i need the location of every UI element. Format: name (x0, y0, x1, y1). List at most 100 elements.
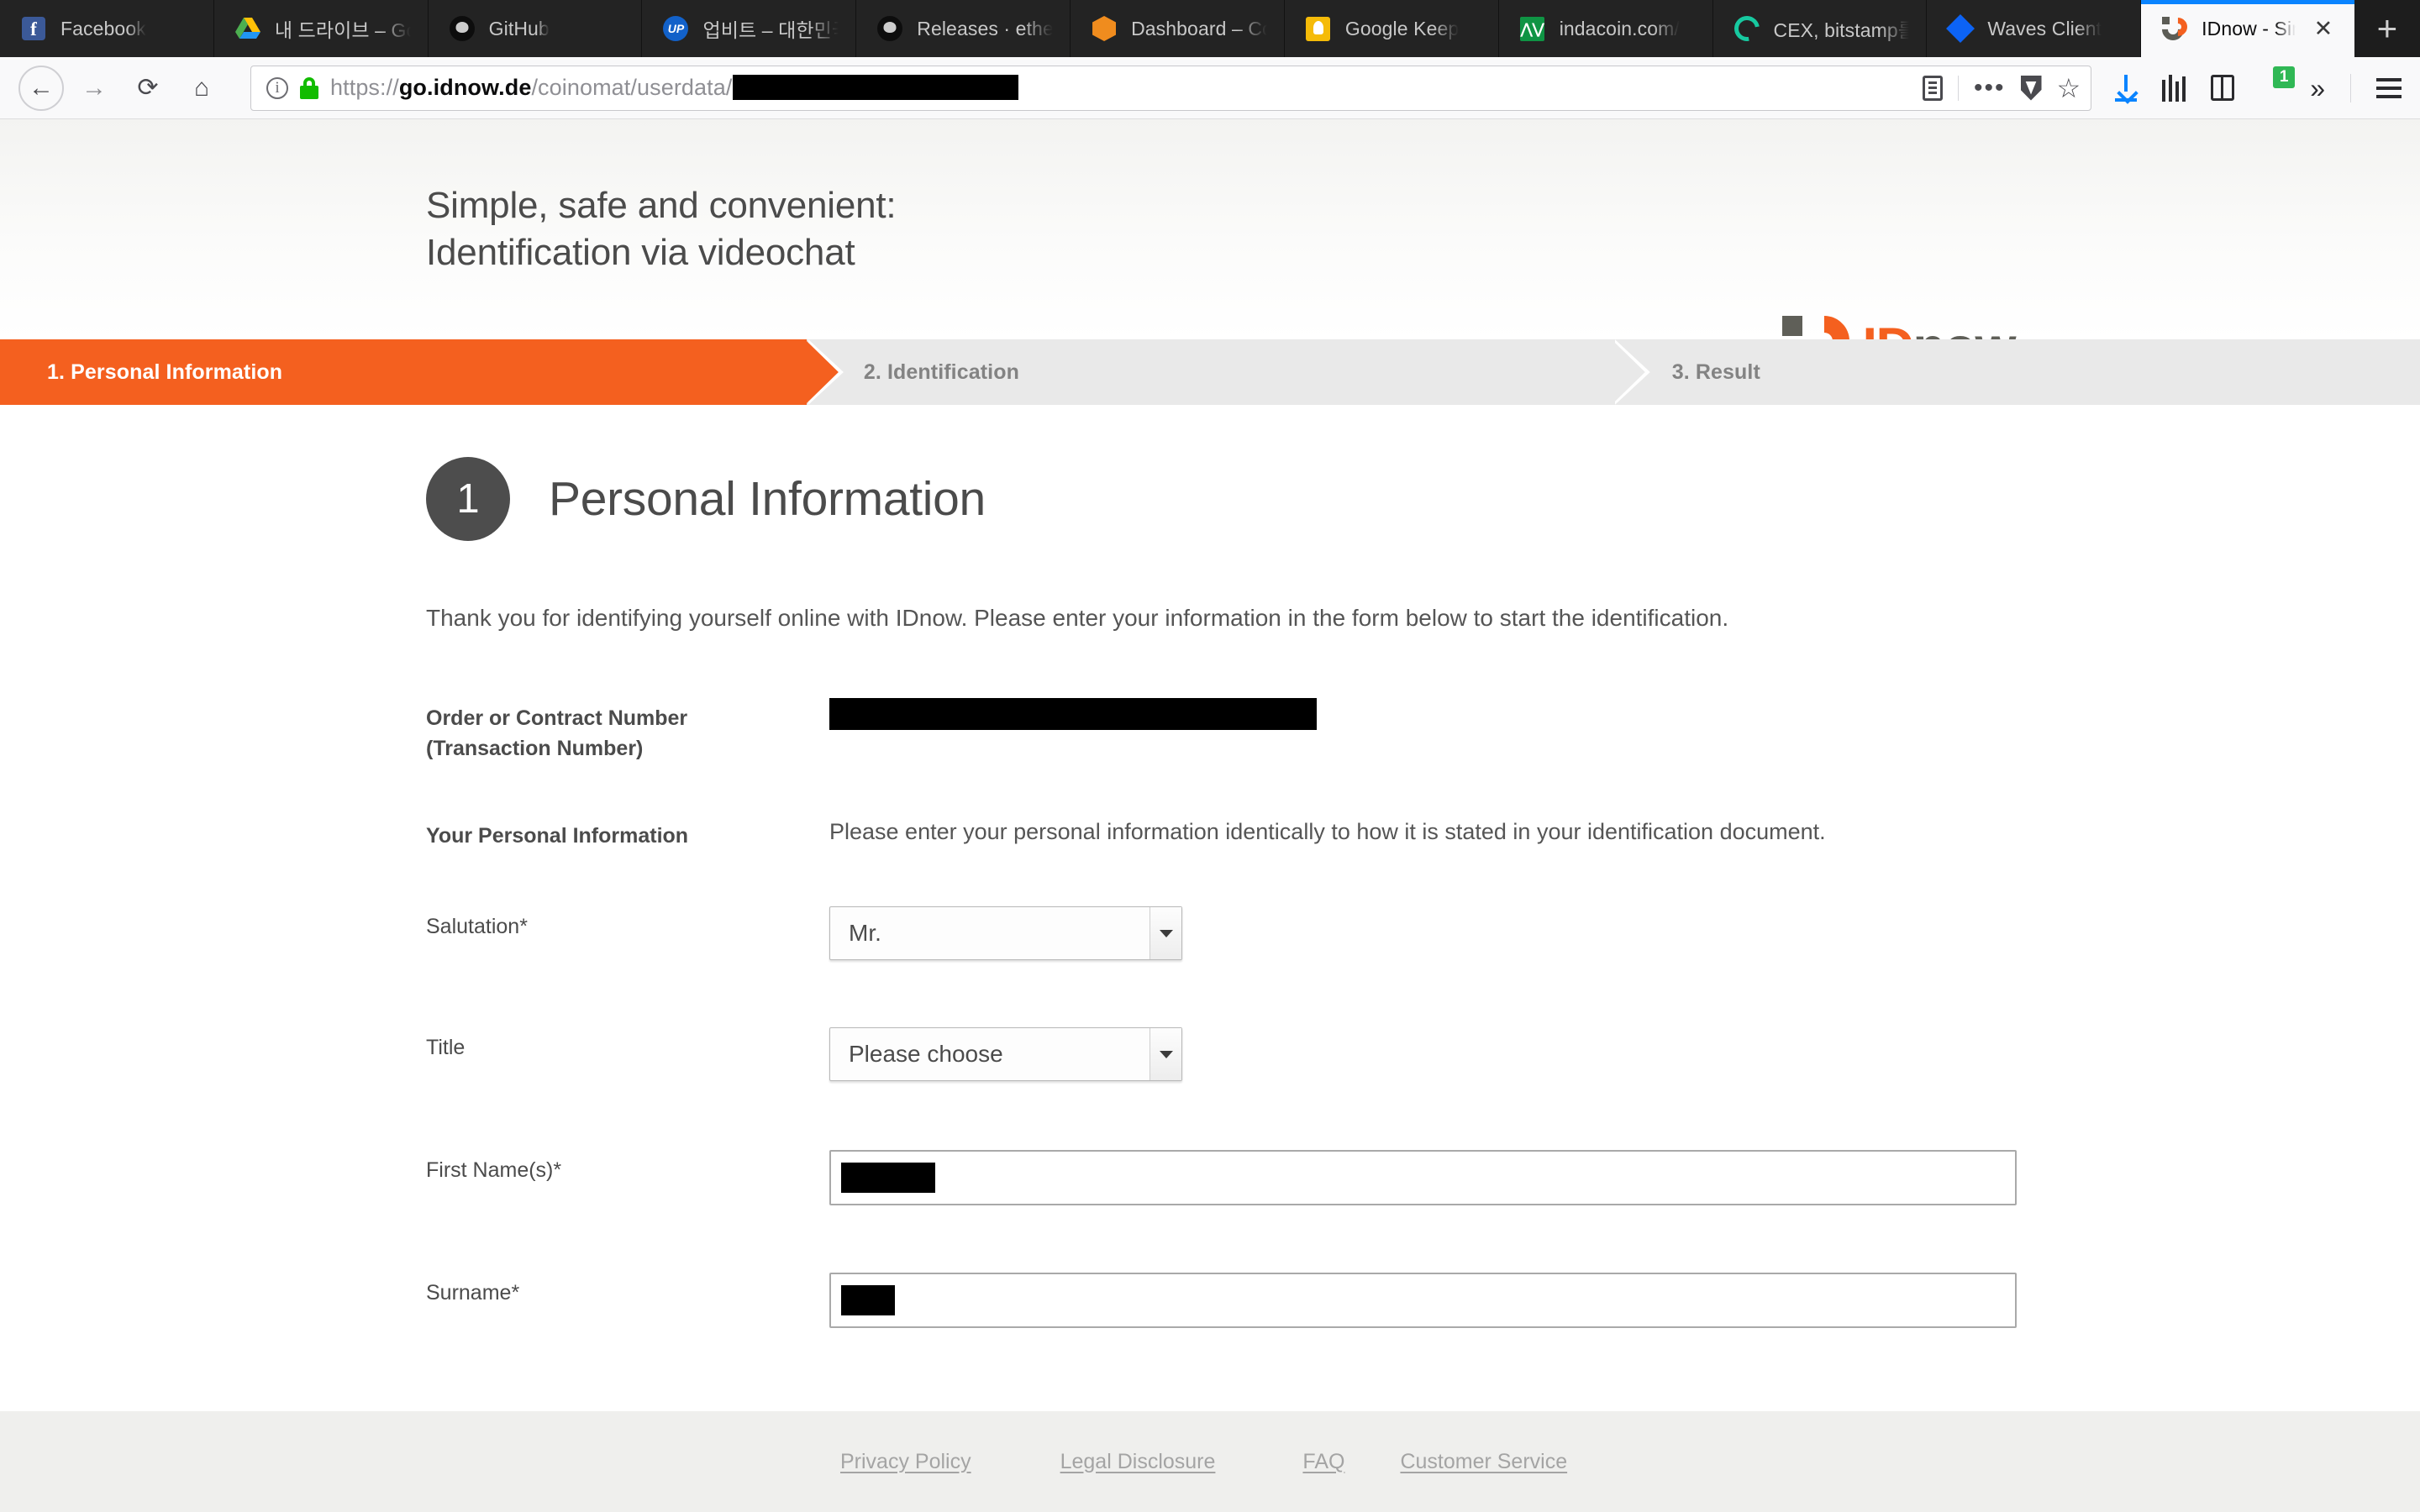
forward-icon[interactable]: → (71, 65, 118, 112)
browser-tab-idnow[interactable]: IDnow - Simp ✕ (2141, 0, 2354, 57)
pocket-icon[interactable] (2020, 75, 2042, 101)
library-icon[interactable] (2162, 74, 2186, 102)
page-main: 1 Personal Information Thank you for ide… (0, 405, 2420, 1329)
tab-title: Releases · ethere (917, 17, 1054, 39)
form-row-personal-section: Your Personal Information Please enter y… (426, 816, 2017, 859)
idnow-icon (2157, 13, 2191, 45)
reader-view-icon[interactable] (1923, 75, 1943, 101)
order-number-value (829, 697, 2017, 734)
tab-title: 내 드라이브 – Goo (274, 19, 411, 41)
divider (1958, 75, 1959, 101)
pocket-badge: 1 (2273, 66, 2296, 88)
salutation-label: Salutation* (426, 915, 528, 939)
close-tab-icon[interactable]: ✕ (2309, 14, 2338, 43)
waves-icon (1946, 14, 1975, 43)
upbit-icon: UP (662, 15, 689, 42)
tab-title: Dashboard – Coi (1131, 17, 1267, 39)
browser-tab-upbit[interactable]: UP 업비트 – 대한민국 초 (642, 0, 857, 57)
order-number-label-line1: Order or Contract Number (426, 706, 688, 730)
browser-tab-google-keep[interactable]: Google Keep (1284, 0, 1499, 57)
url-scheme: https:// (330, 75, 399, 100)
tab-title: CEX, bitstamp를 (1773, 19, 1910, 41)
dashboard-icon (1091, 15, 1118, 42)
step-result[interactable]: 3. Result (1612, 339, 2420, 405)
intro-text: Thank you for identifying yourself onlin… (426, 605, 1729, 631)
page-viewport: Simple, safe and convenient: Identificat… (0, 119, 2420, 1512)
order-number-label-line2: (Transaction Number) (426, 736, 644, 760)
salutation-select[interactable]: Mr. (829, 906, 1182, 961)
page-title: Personal Information (549, 472, 986, 526)
step-label: 3. Result (1671, 360, 1760, 384)
browser-window: f Facebook 내 드라이브 – Goo GitHub UP 업비트 – … (0, 0, 2420, 1512)
surname-input[interactable] (829, 1273, 2017, 1329)
google-drive-icon (234, 15, 261, 42)
first-name-redacted-block (841, 1163, 935, 1194)
downloads-icon[interactable] (2115, 74, 2138, 102)
url-text: https://go.idnow.de/coinomat/userdata/ (330, 75, 1019, 101)
tab-title: GitHub (488, 17, 550, 39)
first-name-label: First Name(s)* (426, 1158, 562, 1183)
browser-tab-google-drive[interactable]: 내 드라이브 – Goo (213, 0, 429, 57)
new-tab-button[interactable]: + (2354, 0, 2420, 57)
browser-toolbar-right: 1 » (2107, 66, 2402, 102)
browser-tab-dashboard[interactable]: Dashboard – Coi (1071, 0, 1285, 57)
lock-icon (300, 76, 318, 99)
step-number-badge: 1 (426, 457, 510, 541)
footer-link-privacy-policy[interactable]: Privacy Policy (840, 1450, 971, 1474)
bookmark-star-icon[interactable]: ☆ (2057, 75, 2081, 102)
browser-tab-waves[interactable]: Waves Client (1927, 0, 2142, 57)
url-subdomain: go. (398, 75, 434, 100)
personal-information-help: Please enter your personal information i… (829, 819, 1826, 845)
tab-title: Google Keep (1344, 17, 1460, 39)
tab-title: IDnow - Simp (2202, 17, 2296, 39)
site-info-icon[interactable]: i (266, 76, 288, 99)
step-personal-information[interactable]: 1. Personal Information (0, 339, 807, 405)
first-name-input[interactable] (829, 1150, 2017, 1206)
chevron-down-icon[interactable] (1150, 1028, 1181, 1081)
tab-title: indacoin.com/ (1559, 17, 1680, 39)
tab-title: Facebook (60, 17, 146, 39)
github-icon (876, 15, 903, 42)
overflow-icon[interactable]: » (2310, 75, 2325, 102)
order-number-redacted-block (829, 697, 1317, 730)
google-keep-icon (1305, 15, 1332, 42)
title-value: Please choose (849, 1041, 1003, 1068)
app-menu-icon[interactable] (2376, 77, 2402, 98)
form-row-surname: Surname* (426, 1273, 2017, 1329)
chevron-down-icon[interactable] (1150, 907, 1181, 960)
url-bar[interactable]: i https://go.idnow.de/coinomat/userdata/… (250, 65, 2092, 111)
browser-tab-facebook[interactable]: f Facebook (0, 0, 214, 57)
page-footer: Privacy Policy Legal Disclosure FAQ Cust… (0, 1411, 2420, 1512)
footer-link-customer-service[interactable]: Customer Service (1400, 1450, 1567, 1474)
personal-information-form: Order or Contract Number (Transaction Nu… (426, 697, 2017, 1329)
form-row-first-name: First Name(s)* (426, 1150, 2017, 1206)
indacoin-icon: ⋀⋁ (1519, 15, 1546, 42)
sidebar-icon[interactable] (2211, 75, 2235, 101)
browser-tab-releases[interactable]: Releases · ethere (856, 0, 1071, 57)
reload-icon[interactable]: ⟳ (124, 65, 171, 112)
title-label: Title (426, 1036, 466, 1060)
order-number-label: Order or Contract Number (Transaction Nu… (426, 698, 829, 764)
title-select[interactable]: Please choose (829, 1027, 1182, 1082)
pocket-save-icon[interactable]: 1 (2260, 66, 2296, 102)
url-redacted-block (733, 75, 1019, 100)
footer-link-faq[interactable]: FAQ (1302, 1450, 1344, 1474)
content-container: 1 Personal Information Thank you for ide… (0, 405, 2420, 1329)
surname-redacted-block (841, 1285, 895, 1316)
form-row-order-number: Order or Contract Number (Transaction Nu… (426, 697, 2017, 764)
step-identification[interactable]: 2. Identification (806, 339, 1613, 405)
browser-tab-indacoin[interactable]: ⋀⋁ indacoin.com/ (1498, 0, 1713, 57)
step-label: 2. Identification (863, 360, 1019, 384)
browser-tab-cex[interactable]: CEX, bitstamp를 (1712, 0, 1928, 57)
home-icon[interactable]: ⌂ (178, 65, 225, 112)
form-row-title: Title Please choose (426, 1027, 2017, 1082)
step-label: 1. Personal Information (47, 360, 283, 384)
page-actions-icon[interactable]: ••• (1974, 76, 2006, 101)
footer-link-legal-disclosure[interactable]: Legal Disclosure (1060, 1450, 1216, 1474)
back-icon[interactable]: ← (18, 65, 64, 111)
cex-icon (1728, 11, 1765, 46)
progress-steps: 1. Personal Information 2. Identificatio… (0, 339, 2420, 405)
tab-strip: f Facebook 내 드라이브 – Goo GitHub UP 업비트 – … (0, 0, 2420, 57)
salutation-value: Mr. (849, 920, 881, 947)
browser-tab-github[interactable]: GitHub (428, 0, 643, 57)
